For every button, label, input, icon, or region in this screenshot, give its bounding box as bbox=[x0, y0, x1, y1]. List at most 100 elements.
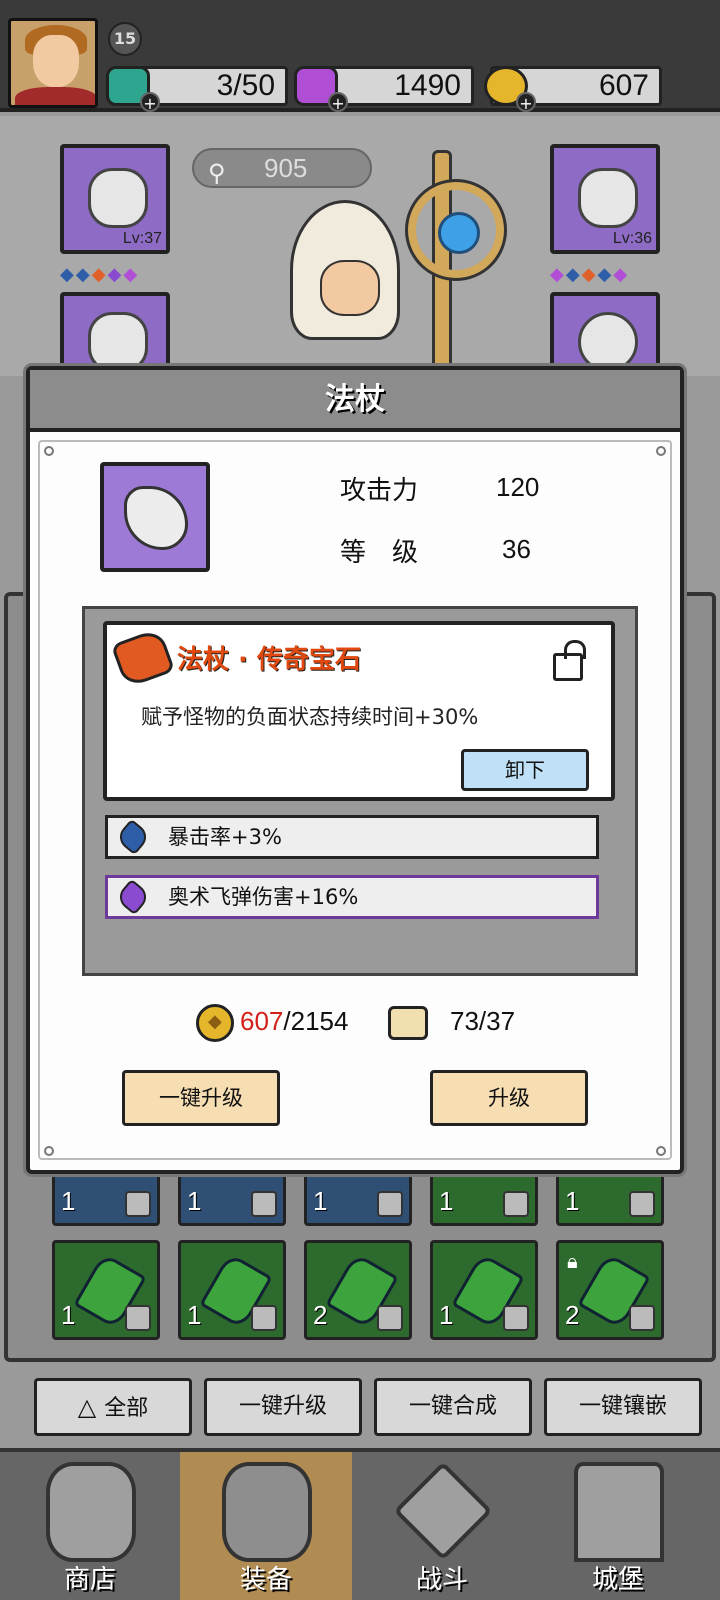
equip-slot-helmet[interactable]: Lv:37 bbox=[60, 144, 170, 254]
nav-shop[interactable]: 商店 bbox=[4, 1452, 176, 1600]
hero-face bbox=[320, 260, 380, 316]
upgrade-cost: 607/2154 73/37 bbox=[30, 1000, 680, 1048]
gold-coin-icon bbox=[196, 1004, 234, 1042]
item-count: 1 bbox=[187, 1186, 202, 1216]
triangle-up-icon: △ bbox=[77, 1393, 97, 1421]
add-energy-button[interactable]: + bbox=[140, 92, 160, 113]
ring-type-icon bbox=[125, 1191, 151, 1217]
slot-gem-indicators: ◆◆◆◆◆ bbox=[60, 264, 140, 285]
item-count: 1 bbox=[565, 1186, 580, 1216]
item-count: 1 bbox=[439, 1186, 454, 1216]
attack-label: 攻击力 bbox=[340, 476, 419, 506]
unequip-gem-button[interactable]: 卸下 bbox=[461, 749, 589, 791]
inventory-actions: △ 全部 一键升级 一键合成 一键镶嵌 bbox=[0, 1378, 720, 1438]
item-count: 2 bbox=[313, 1300, 328, 1330]
player-level-badge: 15 bbox=[108, 22, 142, 56]
modal-title: 法杖 bbox=[30, 370, 680, 432]
item-count: 1 bbox=[61, 1186, 76, 1216]
rivet bbox=[44, 446, 54, 456]
slot-gem-indicators: ◆◆◆◆◆ bbox=[550, 264, 630, 285]
nav-castle[interactable]: 城堡 bbox=[532, 1452, 704, 1600]
nav-battle-label: 战斗 bbox=[415, 1565, 468, 1595]
filter-all-label: 全部 bbox=[104, 1396, 149, 1421]
legendary-gem-card: 法杖 · 传奇宝石 赋予怪物的负面状态持续时间+30% 卸下 bbox=[103, 621, 615, 801]
avatar-face bbox=[33, 35, 79, 87]
lock-icon: 🔒︎ bbox=[567, 1249, 578, 1273]
gold-need: /2154 bbox=[283, 1006, 349, 1036]
staff-item-icon bbox=[100, 462, 210, 572]
hat-type-icon bbox=[629, 1305, 655, 1331]
bottom-navigation: 商店 装备 战斗 城堡 bbox=[0, 1448, 720, 1600]
item-count: 1 bbox=[187, 1300, 202, 1330]
purple-gem-icon bbox=[114, 878, 152, 916]
rivet bbox=[44, 1146, 54, 1156]
slot-level: Lv:36 bbox=[612, 230, 652, 247]
nav-equipment[interactable]: 装备 bbox=[180, 1452, 352, 1600]
unlock-icon[interactable] bbox=[553, 640, 586, 681]
item-count: 2 bbox=[565, 1300, 580, 1330]
inventory-slot[interactable]: 🔒︎ 2 bbox=[556, 1240, 664, 1340]
staff-type-icon bbox=[503, 1305, 529, 1331]
filter-all-button[interactable]: △ 全部 bbox=[34, 1378, 192, 1436]
nav-equipment-label: 装备 bbox=[239, 1565, 292, 1595]
sub-stat-arcane-missile[interactable]: 奥术飞弹伤害+16% bbox=[105, 875, 599, 919]
shop-hut-icon bbox=[46, 1462, 136, 1562]
upgrade-button[interactable]: 升级 bbox=[430, 1070, 588, 1126]
player-avatar[interactable] bbox=[8, 18, 98, 108]
ring-type-icon bbox=[251, 1191, 277, 1217]
legendary-gem-icon bbox=[110, 627, 176, 689]
rivet bbox=[656, 446, 666, 456]
hood-icon bbox=[88, 168, 148, 228]
armor-type-icon bbox=[251, 1305, 277, 1331]
inventory-slot[interactable]: 2 bbox=[304, 1240, 412, 1340]
hood-type-icon bbox=[503, 1191, 529, 1217]
equip-slot-armor[interactable] bbox=[60, 292, 170, 372]
gem-socket-panel: 法杖 · 传奇宝石 赋予怪物的负面状态持续时间+30% 卸下 暴击率+3% 奥术… bbox=[82, 606, 638, 976]
nav-battle[interactable]: 战斗 bbox=[356, 1452, 528, 1600]
sub-stat-text: 暴击率+3% bbox=[168, 825, 282, 849]
crossed-swords-icon bbox=[393, 1461, 493, 1561]
equip-slot-weapon[interactable]: Lv:36 bbox=[550, 144, 660, 254]
sub-stat-text: 奥术飞弹伤害+16% bbox=[168, 885, 359, 909]
boot-type-icon bbox=[377, 1305, 403, 1331]
staff-arm-icon bbox=[124, 486, 188, 550]
attack-value: 120 bbox=[496, 472, 540, 502]
level-value: 36 bbox=[502, 534, 531, 564]
scroll-cost: 73/37 bbox=[450, 1006, 516, 1036]
legendary-gem-description: 赋予怪物的负面状态持续时间+30% bbox=[141, 705, 479, 729]
nav-shop-label: 商店 bbox=[63, 1565, 116, 1595]
add-gems-button[interactable]: + bbox=[328, 92, 348, 113]
avatar-shirt bbox=[15, 87, 95, 105]
equipment-detail-modal: 法杖 攻击力 120 等 级 36 法杖 · 传奇宝石 赋予怪物的负面状态持续时… bbox=[26, 366, 684, 1174]
rivet bbox=[656, 1146, 666, 1156]
combat-power: ⚲ 905 bbox=[192, 148, 372, 188]
inventory-slot[interactable]: 1 bbox=[52, 1240, 160, 1340]
staff-orb bbox=[405, 179, 507, 281]
combat-power-value: 905 bbox=[264, 153, 308, 183]
power-icon: ⚲ bbox=[208, 160, 226, 187]
robe-icon bbox=[88, 312, 148, 372]
ring-type-icon bbox=[377, 1191, 403, 1217]
add-gold-button[interactable]: + bbox=[516, 92, 536, 113]
upgrade-all-button[interactable]: 一键升级 bbox=[204, 1378, 362, 1436]
nav-castle-label: 城堡 bbox=[591, 1565, 644, 1595]
inlay-all-button[interactable]: 一键镶嵌 bbox=[544, 1378, 702, 1436]
equip-slot-ring[interactable] bbox=[550, 292, 660, 372]
scroll-icon bbox=[388, 1006, 428, 1040]
level-label: 等 级 bbox=[340, 538, 419, 568]
ring-icon bbox=[578, 312, 638, 372]
one-click-upgrade-button[interactable]: 一键升级 bbox=[122, 1070, 280, 1126]
item-count: 1 bbox=[61, 1300, 76, 1330]
merge-all-button[interactable]: 一键合成 bbox=[374, 1378, 532, 1436]
item-count: 1 bbox=[439, 1300, 454, 1330]
gold-have: 607 bbox=[240, 1006, 284, 1036]
legendary-gem-title: 法杖 · 传奇宝石 bbox=[177, 645, 361, 675]
inventory-slot[interactable]: 1 bbox=[430, 1240, 538, 1340]
inventory-slot[interactable]: 1 bbox=[178, 1240, 286, 1340]
sub-stat-crit[interactable]: 暴击率+3% bbox=[105, 815, 599, 859]
blue-gem-icon bbox=[114, 818, 152, 856]
staff-arm-icon bbox=[578, 168, 638, 228]
top-bar: 15 3/50 + 1490 + 607 + bbox=[0, 0, 720, 113]
castle-tower-icon bbox=[574, 1462, 664, 1562]
hood-type-icon bbox=[629, 1191, 655, 1217]
